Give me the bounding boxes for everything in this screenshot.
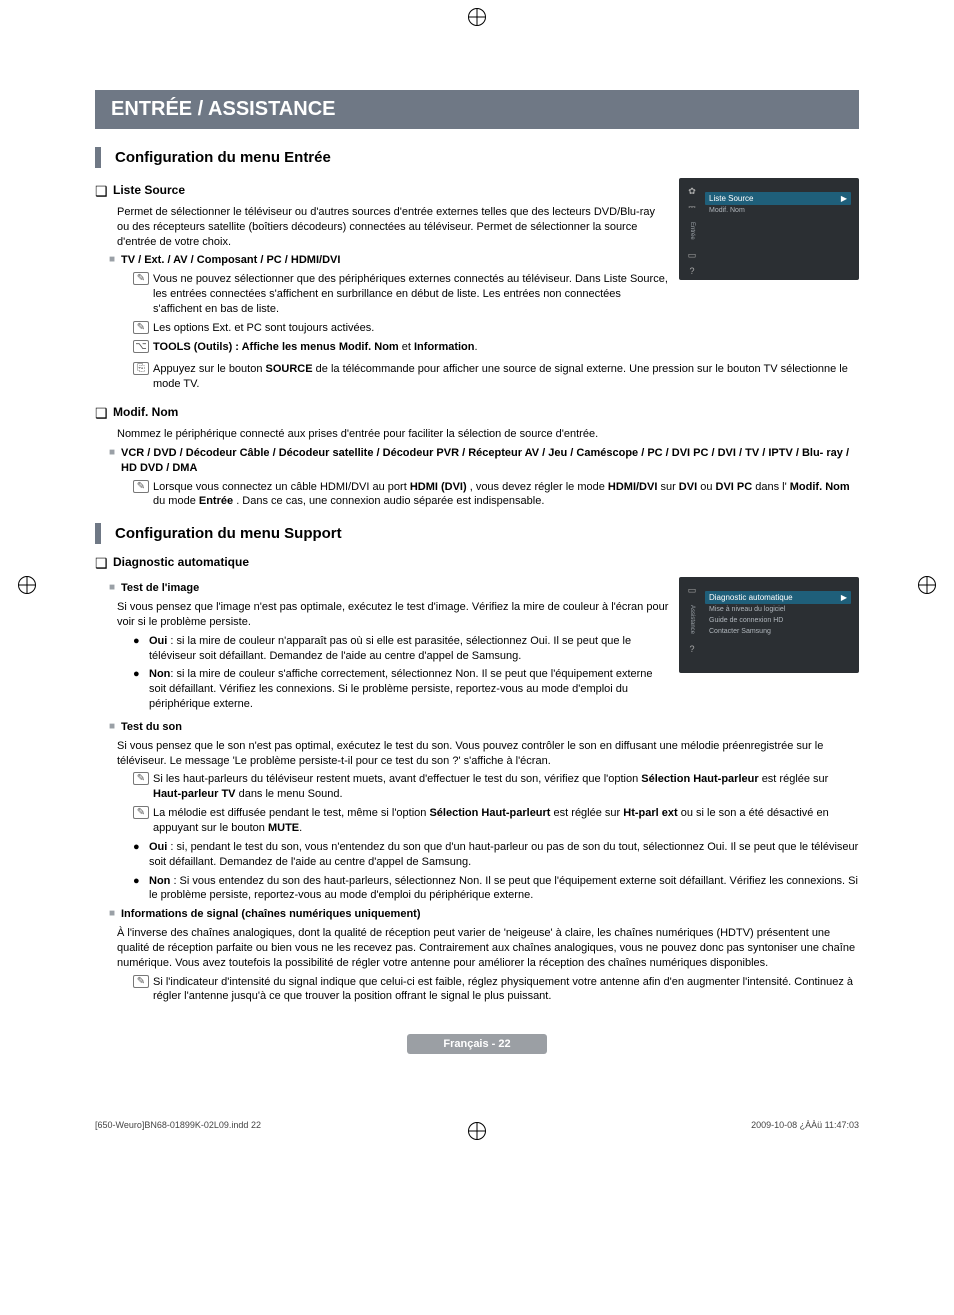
print-file: [650-Weuro]BN68-01899K-02L09.indd 22 (95, 1120, 261, 1130)
bullet-test-son-oui: ● Oui : si, pendant le test du son, vous… (133, 840, 859, 870)
item-modif-nom: ❑ Modif. Nom (95, 404, 859, 423)
note-icon: ✎ (133, 975, 149, 988)
bullet-icon: ● (133, 667, 149, 682)
note-peripheriques: ✎ Vous ne pouvez sélectionner que des pé… (133, 272, 669, 317)
bullet-icon: ● (133, 840, 149, 855)
remote-icon: ⎘ (133, 362, 149, 375)
osd-item-modif-nom: Modif. Nom (705, 205, 851, 216)
note-icon: ✎ (133, 772, 149, 785)
text-info-signal-desc: À l'inverse des chaînes analogiques, don… (117, 926, 859, 971)
osd-preview-assistance: ▭ Assistance ? Diagnostic automatique ▶ … (679, 577, 859, 673)
small-square-icon: ■ (109, 253, 121, 267)
square-bullet-icon: ❑ (95, 404, 113, 423)
chevron-right-icon: ▶ (841, 194, 847, 203)
note-tools: ⌥ TOOLS (Outils) : Affiche les menus Mod… (133, 340, 669, 355)
osd-tab-label: Entrée (689, 218, 695, 244)
chevron-right-icon: ▶ (841, 593, 847, 602)
note-melodie: ✎ La mélodie est diffusée pendant le tes… (133, 806, 859, 836)
square-bullet-icon: ❑ (95, 554, 113, 573)
registration-mark (468, 1122, 486, 1140)
bullet-icon: ● (133, 874, 149, 889)
gear-icon: ✿ (687, 186, 697, 196)
item-liste-source: ❑ Liste Source (95, 182, 669, 201)
registration-mark (18, 576, 36, 594)
text-liste-source-desc: Permet de sélectionner le téléviseur ou … (117, 205, 669, 250)
help-icon: ? (687, 266, 697, 276)
small-square-icon: ■ (109, 446, 121, 460)
osd-item-guide-hd: Guide de connexion HD (705, 615, 851, 626)
folder-icon: ▭ (687, 585, 697, 595)
osd-preview-entree: ✿ ⎓ Entrée ▭ ? Liste Source ▶ Modif. Nom (679, 178, 859, 280)
osd-item-mise-a-niveau: Mise à niveau du logiciel (705, 604, 851, 615)
text-test-image-desc: Si vous pensez que l'image n'est pas opt… (117, 600, 669, 630)
bullet-test-son-non: ● Non : Si vous entendez du son des haut… (133, 874, 859, 904)
page-banner: ENTRÉE / ASSISTANCE (95, 90, 859, 129)
section-heading-entree: Configuration du menu Entrée (95, 147, 859, 168)
plug-icon: ⎓ (687, 202, 697, 212)
note-signal-faible: ✎ Si l'indicateur d'intensité du signal … (133, 975, 859, 1005)
item-info-signal: ■ Informations de signal (chaînes numéri… (109, 907, 859, 922)
registration-mark (468, 8, 486, 26)
note-hdmi-dvi: ✎ Lorsque vous connectez un câble HDMI/D… (133, 480, 859, 510)
item-test-son: ■ Test du son (109, 720, 859, 735)
print-timestamp: 2009-10-08 ¿ÀÀü 11:47:03 (751, 1120, 859, 1130)
folder-icon: ▭ (687, 250, 697, 260)
osd-highlight-diagnostic: Diagnostic automatique ▶ (705, 591, 851, 604)
bullet-icon: ● (133, 634, 149, 649)
small-square-icon: ■ (109, 720, 121, 734)
osd-tab-label: Assistance (689, 601, 695, 638)
item-device-list: ■ VCR / DVD / Décodeur Câble / Décodeur … (109, 446, 859, 476)
note-icon: ✎ (133, 321, 149, 334)
text-modif-nom-desc: Nommez le périphérique connecté aux pris… (117, 427, 859, 442)
section-heading-support: Configuration du menu Support (95, 523, 859, 544)
item-test-image: ■ Test de l'image (109, 581, 669, 596)
note-icon: ✎ (133, 480, 149, 493)
page-footer: Français - 22 (407, 1034, 547, 1054)
osd-highlight-liste-source: Liste Source ▶ (705, 192, 851, 205)
text-test-son-desc: Si vous pensez que le son n'est pas opti… (117, 739, 859, 769)
bullet-test-image-non: ● Non: si la mire de couleur s'affiche c… (133, 667, 669, 712)
note-haut-parleur-tv: ✎ Si les haut-parleurs du téléviseur res… (133, 772, 859, 802)
small-square-icon: ■ (109, 907, 121, 921)
osd-item-contacter-samsung: Contacter Samsung (705, 626, 851, 637)
help-icon: ? (687, 644, 697, 654)
note-ext-pc: ✎ Les options Ext. et PC sont toujours a… (133, 321, 669, 336)
registration-mark (918, 576, 936, 594)
item-diagnostic: ❑ Diagnostic automatique (95, 554, 859, 573)
note-icon: ✎ (133, 272, 149, 285)
bullet-test-image-oui: ● Oui : si la mire de couleur n'apparaît… (133, 634, 669, 664)
small-square-icon: ■ (109, 581, 121, 595)
tools-icon: ⌥ (133, 340, 149, 353)
item-tv-ext: ■ TV / Ext. / AV / Composant / PC / HDMI… (109, 253, 669, 268)
square-bullet-icon: ❑ (95, 182, 113, 201)
note-icon: ✎ (133, 806, 149, 819)
note-source-button: ⎘ Appuyez sur le bouton SOURCE de la tél… (133, 362, 859, 392)
